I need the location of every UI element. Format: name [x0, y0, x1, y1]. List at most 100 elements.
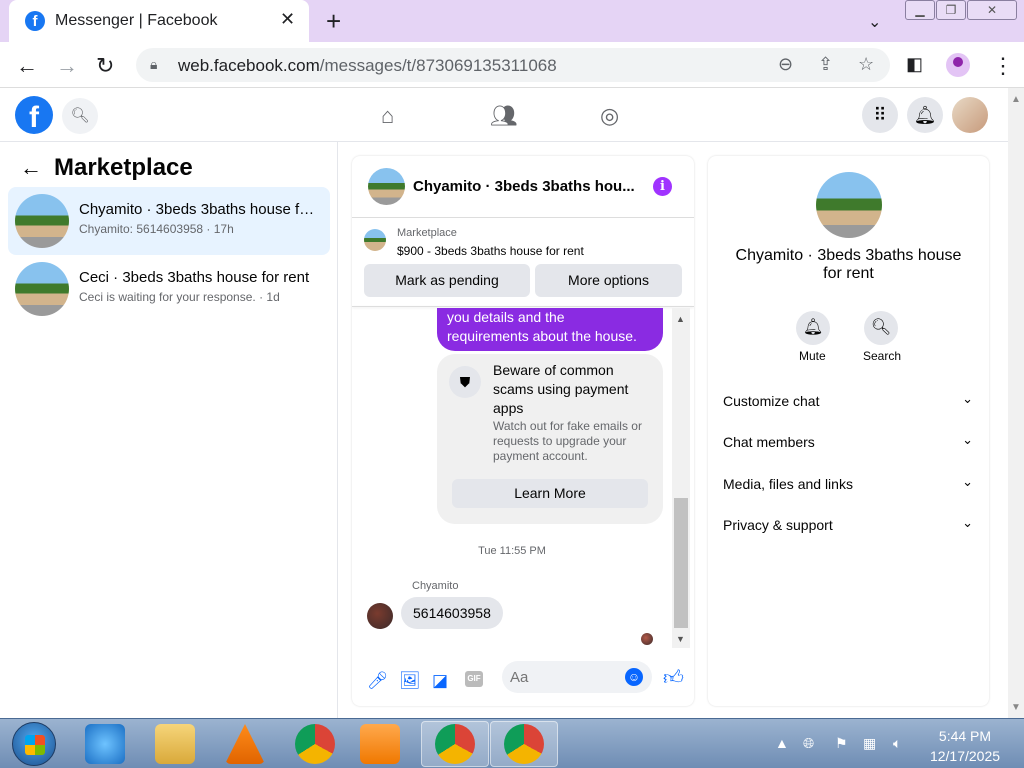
side-panel-icon[interactable]: ◧: [906, 54, 923, 75]
scroll-down-icon[interactable]: ▼: [676, 634, 685, 644]
menu-grid-icon[interactable]: ⠿: [862, 97, 898, 133]
file-explorer-icon[interactable]: [155, 724, 195, 764]
forward-icon[interactable]: →: [56, 53, 78, 79]
facebook-header: f 🔍︎ ⌂ 👥︎ ◎ ⠿ 🔔︎: [0, 88, 1008, 142]
row-label: Chat members: [723, 434, 815, 450]
listing-title[interactable]: $900 - 3beds 3baths house for rent: [397, 244, 584, 258]
divider: [352, 217, 694, 218]
share-icon[interactable]: ⇪: [818, 54, 833, 75]
lock-icon: 🔒︎: [150, 56, 158, 72]
action-center-flag-icon[interactable]: ⚑: [835, 735, 848, 752]
facebook-logo-icon[interactable]: f: [15, 96, 53, 134]
chat-scrollbar[interactable]: ▲ ▼: [672, 308, 690, 648]
row-label: Privacy & support: [723, 517, 833, 533]
sender-name: Chyamito: [412, 580, 459, 592]
chat-thumbnail[interactable]: [368, 168, 405, 205]
minimize-icon[interactable]: ▁: [905, 0, 935, 20]
mark-as-pending-button[interactable]: Mark as pending: [364, 264, 530, 297]
back-icon[interactable]: ←: [16, 53, 38, 79]
profile-avatar-icon[interactable]: [946, 53, 970, 77]
chat-window: Chyamito · 3beds 3baths hou... i Marketp…: [352, 156, 694, 706]
scrollbar-thumb[interactable]: [674, 498, 688, 628]
scroll-up-icon[interactable]: ▲: [1011, 94, 1021, 105]
photo-icon[interactable]: 🖼︎: [399, 671, 421, 691]
thumbs-up-icon[interactable]: 👍︎: [663, 666, 684, 690]
internet-explorer-icon[interactable]: [85, 724, 125, 764]
zoom-icon[interactable]: ⊖: [778, 54, 793, 75]
chat-members-row[interactable]: Chat members ⌄: [723, 432, 973, 450]
microphone-icon[interactable]: 🎤︎: [367, 671, 389, 691]
vlc-icon[interactable]: [225, 724, 265, 764]
message-timestamp: Tue 11:55 PM: [478, 545, 546, 557]
page-scrollbar[interactable]: ▲ ▼: [1008, 88, 1024, 718]
shield-icon: ⛊: [449, 366, 481, 398]
reload-icon[interactable]: ↻: [96, 53, 114, 79]
facebook-favicon-icon: f: [25, 11, 45, 31]
chevron-down-icon: ⌄: [962, 432, 973, 447]
show-hidden-icons-icon[interactable]: ▲: [775, 735, 789, 751]
divider: [352, 306, 694, 307]
mute-label: Mute: [799, 349, 826, 363]
menu-dots-icon[interactable]: ⋮: [992, 53, 1014, 79]
close-tab-icon[interactable]: ✕: [280, 9, 295, 30]
friends-icon[interactable]: 👥︎: [490, 103, 518, 129]
learn-more-button[interactable]: Learn More: [452, 479, 648, 508]
row-label: Media, files and links: [723, 476, 853, 492]
scroll-down-icon[interactable]: ▼: [1011, 702, 1021, 713]
message-line: you details and the: [447, 309, 565, 325]
search-icon[interactable]: 🔍︎: [864, 311, 898, 345]
sender-avatar[interactable]: [367, 603, 393, 629]
chevron-down-icon: ⌄: [962, 391, 973, 406]
account-avatar[interactable]: [952, 97, 988, 133]
volume-icon[interactable]: 🔈︎: [893, 735, 901, 752]
restore-icon[interactable]: ❐: [936, 0, 966, 20]
scroll-up-icon[interactable]: ▲: [676, 314, 685, 324]
tab-search-chevron-icon[interactable]: ⌄: [868, 12, 881, 32]
chevron-down-icon: ⌄: [962, 515, 973, 530]
search-icon[interactable]: 🔍︎: [62, 98, 98, 134]
sticker-icon[interactable]: ◪: [432, 671, 448, 691]
network-icon[interactable]: ▦: [863, 735, 876, 752]
conversation-item[interactable]: Ceci · 3beds 3baths house for rent Ceci …: [8, 255, 330, 323]
conversation-item[interactable]: Chyamito · 3beds 3baths house fo... Chya…: [8, 187, 330, 255]
system-clock[interactable]: 5:44 PM 12/17/2025: [922, 726, 1008, 766]
browser-toolbar: ← → ↻ 🔒︎ web.facebook.com/messages/t/873…: [0, 42, 1024, 88]
media-player-icon[interactable]: [360, 724, 400, 764]
scam-warning-card: ⛊ Beware of common scams using payment a…: [437, 354, 663, 524]
warning-title: Beware of common scams using payment app…: [493, 362, 629, 416]
conversation-name: Chyamito · 3beds 3baths house fo...: [79, 201, 319, 218]
groups-icon[interactable]: ◎: [600, 103, 619, 129]
clock-time: 5:44 PM: [938, 728, 992, 744]
chrome-icon[interactable]: [295, 724, 335, 764]
marketplace-header: ← Marketplace: [20, 154, 193, 181]
start-button[interactable]: [12, 722, 56, 766]
conversation-preview: Chyamito: 5614603958 · 17h: [79, 222, 234, 236]
privacy-support-row[interactable]: Privacy & support ⌄: [723, 515, 973, 533]
new-tab-icon[interactable]: +: [326, 6, 341, 37]
browser-tab[interactable]: f Messenger | Facebook ✕: [9, 0, 309, 42]
back-arrow-icon[interactable]: ←: [20, 155, 42, 180]
info-icon[interactable]: i: [653, 177, 672, 196]
listing-thumbnail: [15, 194, 69, 248]
chrome-icon: [504, 724, 544, 764]
message-composer: 🎤︎ 🖼︎ ◪ GIF ☺ 👍︎: [352, 656, 694, 706]
network-globe-icon[interactable]: 🌐︎: [803, 735, 814, 752]
clock-date: 12/17/2025: [929, 748, 1001, 764]
close-window-icon[interactable]: ✕: [967, 0, 1017, 20]
more-options-button[interactable]: More options: [535, 264, 682, 297]
chat-title[interactable]: Chyamito · 3beds 3baths hou...: [413, 178, 643, 195]
gif-icon[interactable]: GIF: [465, 671, 483, 687]
conversation-name: Ceci · 3beds 3baths house for rent: [79, 269, 310, 286]
home-icon[interactable]: ⌂: [381, 103, 394, 129]
notifications-bell-icon[interactable]: 🔔︎: [907, 97, 943, 133]
outgoing-message: you details and the requirements about t…: [437, 308, 663, 351]
mute-bell-icon[interactable]: 🔔︎: [796, 311, 830, 345]
search-label: Search: [863, 349, 902, 363]
emoji-icon[interactable]: ☺: [625, 668, 643, 686]
conversation-preview: Ceci is waiting for your response. · 1d: [79, 290, 280, 304]
customize-chat-row[interactable]: Customize chat ⌄: [723, 391, 973, 409]
bookmark-star-icon[interactable]: ☆: [858, 54, 874, 75]
media-files-links-row[interactable]: Media, files and links ⌄: [723, 474, 973, 492]
address-bar[interactable]: 🔒︎ web.facebook.com/messages/t/873069135…: [136, 48, 890, 82]
warning-body: Watch out for fake emails or requests to…: [493, 419, 642, 463]
